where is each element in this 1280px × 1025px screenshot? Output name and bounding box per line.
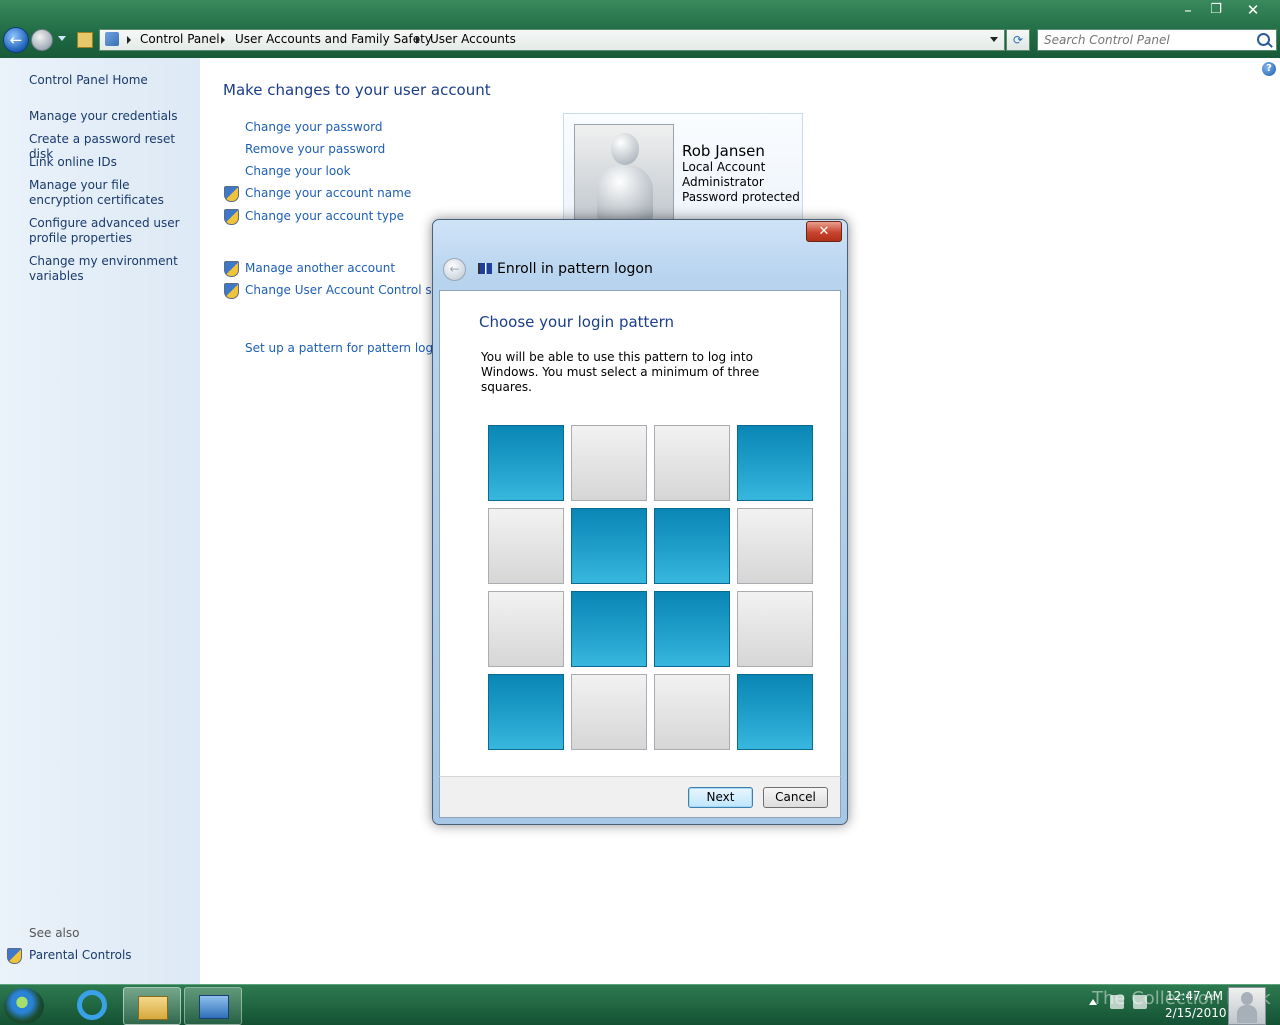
uac-shield-icon	[224, 186, 239, 202]
taskbar-windows-explorer[interactable]	[123, 987, 181, 1025]
dialog-description: You will be able to use this pattern to …	[481, 350, 760, 394]
start-button[interactable]	[4, 988, 44, 1024]
pattern-square-r4c4[interactable]	[737, 674, 813, 750]
search-box[interactable]	[1037, 29, 1277, 51]
pattern-square-r2c1[interactable]	[488, 508, 564, 584]
search-input[interactable]	[1044, 32, 1244, 47]
link-change-password[interactable]: Change your password	[245, 120, 383, 134]
control-panel-icon	[105, 32, 119, 46]
restore-button[interactable]: ❐	[1204, 0, 1228, 20]
close-window-button[interactable]: ✕	[1236, 0, 1270, 20]
chevron-right-icon[interactable]	[127, 36, 131, 44]
link-change-look[interactable]: Change your look	[245, 164, 351, 178]
explorer-titlebar: – ❐ ✕ ← Control Panel User Accounts and …	[0, 0, 1280, 58]
pattern-square-r2c4[interactable]	[737, 508, 813, 584]
sidebar-item-parental-controls[interactable]: Parental Controls	[29, 948, 194, 963]
control-panel-icon	[199, 995, 229, 1019]
pattern-square-r4c2[interactable]	[571, 674, 647, 750]
pattern-square-r4c1[interactable]	[488, 674, 564, 750]
pattern-square-r1c1[interactable]	[488, 425, 564, 501]
clock-date[interactable]: 2/15/2010	[1165, 1006, 1227, 1020]
page-title: Make changes to your user account	[223, 81, 491, 99]
pattern-logon-flag-icon	[478, 263, 492, 274]
user-tile-icon[interactable]	[1228, 987, 1266, 1025]
pattern-grid	[488, 425, 814, 751]
pattern-square-r1c3[interactable]	[654, 425, 730, 501]
sidebar-item-file-encryption-certificates[interactable]: Manage your file encryption certificates	[29, 178, 194, 208]
network-icon[interactable]	[1110, 995, 1124, 1009]
address-dropdown-icon[interactable]	[990, 37, 998, 42]
account-password-status: Password protected	[682, 190, 800, 204]
cancel-button[interactable]: Cancel	[763, 787, 828, 808]
up-folder-icon[interactable]	[77, 32, 93, 48]
uac-shield-icon	[224, 261, 239, 277]
taskbar-internet-explorer[interactable]	[63, 987, 119, 1023]
link-remove-password[interactable]: Remove your password	[245, 142, 385, 156]
clock-time[interactable]: 12:47 AM	[1166, 989, 1223, 1003]
back-button[interactable]: ←	[3, 27, 29, 53]
search-icon[interactable]	[1257, 33, 1270, 46]
dialog-close-button[interactable]: ✕	[806, 221, 842, 242]
dialog-back-button[interactable]: ←	[443, 258, 466, 281]
forward-button[interactable]	[31, 29, 53, 51]
address-bar[interactable]: Control Panel User Accounts and Family S…	[99, 29, 1005, 51]
pattern-square-r2c3[interactable]	[654, 508, 730, 584]
pattern-square-r3c3[interactable]	[654, 591, 730, 667]
user-avatar	[574, 124, 674, 226]
recent-pages-dropdown-icon[interactable]	[58, 36, 66, 41]
folder-icon	[138, 996, 168, 1020]
minimize-button[interactable]: –	[1176, 0, 1200, 20]
sidebar-item-link-online-ids[interactable]: Link online IDs	[29, 155, 194, 170]
account-name: Rob Jansen	[682, 142, 765, 160]
pattern-square-r3c4[interactable]	[737, 591, 813, 667]
uac-shield-icon	[7, 948, 22, 964]
account-card: Rob Jansen Local Account Administrator P…	[563, 113, 803, 226]
taskbar-control-panel[interactable]	[184, 987, 242, 1025]
chevron-right-icon[interactable]	[221, 36, 225, 44]
breadcrumb-control-panel[interactable]: Control Panel	[140, 32, 220, 46]
next-button[interactable]: Next	[688, 787, 753, 808]
breadcrumb-user-accounts[interactable]: User Accounts	[430, 32, 516, 46]
uac-shield-icon	[224, 209, 239, 225]
link-change-account-type[interactable]: Change your account type	[245, 209, 404, 223]
enroll-pattern-dialog: ✕ ← Enroll in pattern logon Choose your …	[432, 219, 848, 825]
dialog-footer: Next Cancel	[439, 776, 841, 818]
pattern-square-r4c3[interactable]	[654, 674, 730, 750]
sidebar-item-manage-credentials[interactable]: Manage your credentials	[29, 109, 194, 124]
help-icon[interactable]: ?	[1262, 62, 1276, 76]
see-also-heading: See also	[29, 926, 80, 940]
pattern-square-r1c4[interactable]	[737, 425, 813, 501]
sidebar-item-environment-variables[interactable]: Change my environment variables	[29, 254, 194, 284]
volume-muted-icon[interactable]	[1133, 995, 1147, 1009]
show-hidden-icons[interactable]	[1089, 999, 1097, 1005]
dialog-content: Choose your login pattern You will be ab…	[439, 290, 841, 777]
pattern-square-r2c2[interactable]	[571, 508, 647, 584]
link-setup-pattern-logon[interactable]: Set up a pattern for pattern logon	[245, 341, 448, 355]
chevron-right-icon[interactable]	[416, 36, 420, 44]
refresh-button[interactable]: ⟳	[1006, 29, 1030, 51]
taskbar: The Collection Book 12:47 AM 2/15/2010	[0, 984, 1280, 1025]
pattern-square-r1c2[interactable]	[571, 425, 647, 501]
pattern-square-r3c2[interactable]	[571, 591, 647, 667]
dialog-title: Enroll in pattern logon	[497, 261, 653, 277]
sidebar-item-advanced-profile-properties[interactable]: Configure advanced user profile properti…	[29, 216, 194, 246]
internet-explorer-icon	[77, 990, 107, 1020]
dialog-heading: Choose your login pattern	[479, 313, 675, 331]
link-change-account-name[interactable]: Change your account name	[245, 186, 411, 200]
breadcrumb-user-accounts-family-safety[interactable]: User Accounts and Family Safety	[235, 32, 432, 46]
pattern-square-r3c1[interactable]	[488, 591, 564, 667]
link-manage-another-account[interactable]: Manage another account	[245, 261, 395, 275]
sidebar-item-control-panel-home[interactable]: Control Panel Home	[29, 73, 194, 88]
account-role: Administrator	[682, 175, 764, 189]
uac-shield-icon	[224, 283, 239, 299]
account-type: Local Account	[682, 160, 766, 174]
